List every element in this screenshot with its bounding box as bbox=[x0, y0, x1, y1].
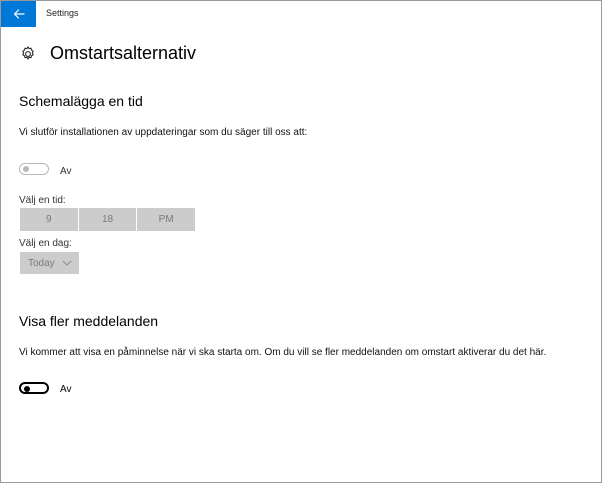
schedule-heading: Schemalägga en tid bbox=[19, 93, 143, 109]
notifications-heading: Visa fler meddelanden bbox=[19, 313, 159, 329]
back-button[interactable] bbox=[1, 1, 36, 27]
time-minute[interactable]: 18 bbox=[77, 208, 137, 231]
toggle-knob bbox=[24, 385, 30, 392]
time-picker[interactable]: 9 18 PM bbox=[20, 208, 195, 231]
time-label: Välj en tid: bbox=[19, 195, 66, 206]
gear-icon bbox=[22, 45, 34, 60]
notifications-toggle-label: Av bbox=[60, 384, 72, 395]
schedule-description: Vi slutför installationen av uppdatering… bbox=[19, 127, 308, 138]
notifications-description: Vi kommer att visa en påminnelse när vi … bbox=[19, 347, 547, 358]
notifications-toggle[interactable] bbox=[19, 382, 49, 394]
day-label: Välj en dag: bbox=[19, 238, 72, 249]
settings-window: Settings Omstartsalternativ Schemalägga … bbox=[0, 0, 602, 483]
time-hour[interactable]: 9 bbox=[20, 208, 78, 231]
arrow-left-icon bbox=[13, 9, 25, 19]
time-period[interactable]: PM bbox=[136, 208, 195, 231]
window-title: Settings bbox=[46, 8, 79, 18]
day-dropdown[interactable]: Today bbox=[20, 252, 79, 274]
day-value: Today bbox=[28, 257, 55, 269]
chevron-down-icon bbox=[62, 260, 72, 266]
schedule-toggle[interactable] bbox=[19, 163, 49, 175]
schedule-toggle-label: Av bbox=[60, 166, 72, 177]
title-bar: Settings bbox=[1, 1, 601, 27]
page-header: Omstartsalternativ bbox=[19, 43, 196, 64]
page-title: Omstartsalternativ bbox=[50, 43, 197, 63]
toggle-knob bbox=[23, 166, 29, 172]
